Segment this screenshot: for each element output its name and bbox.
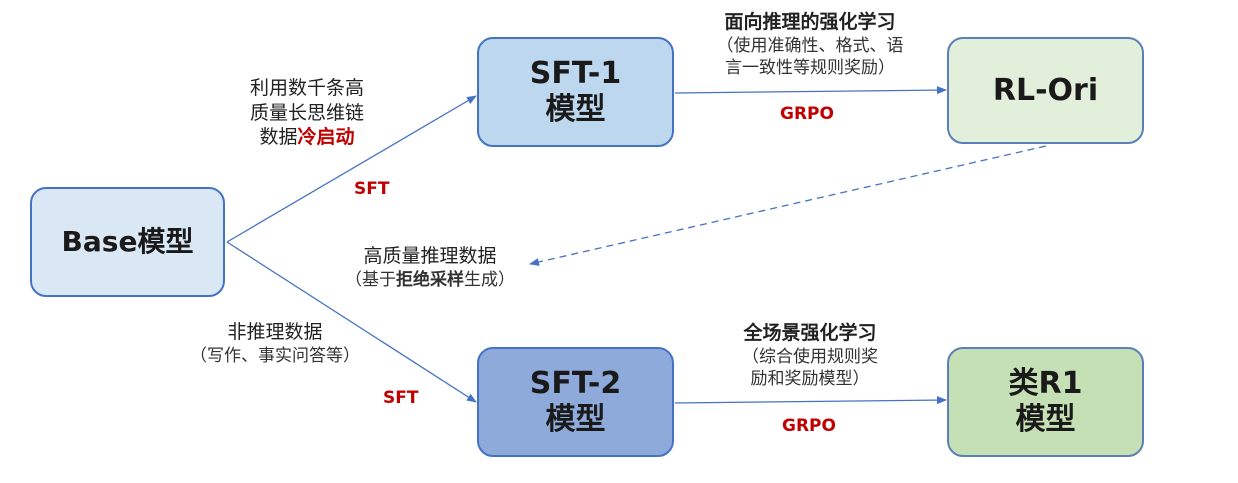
node-sft1-line1: SFT-1: [529, 56, 622, 91]
cold-start-highlight: 冷启动: [297, 126, 355, 149]
node-r1-line1: 类R1: [1008, 366, 1083, 401]
node-r1-like-model: 类R1 模型: [947, 347, 1144, 457]
node-base-label: Base模型: [61, 225, 194, 259]
node-sft2-line2: 模型: [545, 402, 606, 437]
cold-start-prefix: 数据: [259, 126, 298, 149]
node-sft2-line1: SFT-2: [529, 366, 622, 401]
arrow-sft2-to-r1: [674, 396, 947, 405]
cold-start-line2: 质量长思维链: [249, 101, 364, 124]
cold-start-line1: 利用数千条高: [249, 77, 364, 99]
label-reasoning-rl: 面向推理的强化学习 （使用准确性、格式、语 言一致性等规则奖励）: [690, 10, 930, 79]
node-sft1-line2: 模型: [545, 92, 606, 127]
method-grpo-lower: GRPO: [782, 416, 836, 436]
reasoning-rl-line1: （使用准确性、格式、语: [716, 35, 904, 56]
node-sft2-model: SFT-2 模型: [477, 347, 674, 457]
reasoning-data-bold: 拒绝采样: [396, 269, 464, 290]
non-reasoning-line2: （写作、事实问答等）: [190, 345, 360, 366]
reasoning-data-prefix: （基于: [345, 269, 396, 290]
node-rlori-label: RL-Ori: [992, 72, 1099, 108]
method-sft-lower: SFT: [383, 388, 419, 408]
reasoning-data-line2: （基于拒绝采样生成）: [320, 269, 540, 291]
label-high-quality-reasoning-data: 高质量推理数据 （基于拒绝采样生成）: [320, 244, 540, 291]
reasoning-data-suffix: 生成）: [464, 269, 515, 290]
method-sft-upper: SFT: [354, 179, 390, 199]
non-reasoning-line1: 非推理数据: [227, 321, 323, 343]
reasoning-rl-line2: 言一致性等规则奖励）: [725, 57, 895, 78]
label-non-reasoning-data: 非推理数据 （写作、事实问答等）: [170, 320, 380, 367]
full-rl-line1: （综合使用规则奖: [742, 346, 878, 367]
full-rl-line2: 励和奖励模型）: [750, 368, 870, 389]
node-r1-line2: 模型: [1015, 402, 1076, 437]
arrow-sft1-to-rlori: [674, 86, 947, 95]
node-base-model: Base模型: [30, 187, 225, 297]
cold-start-line3: 数据冷启动: [222, 125, 392, 150]
arrow-rlori-to-data: [529, 145, 1047, 266]
reasoning-rl-title: 面向推理的强化学习: [724, 11, 896, 33]
label-cold-start-data: 利用数千条高 质量长思维链 数据冷启动: [222, 76, 392, 150]
node-sft1-model: SFT-1 模型: [477, 37, 674, 147]
full-rl-title: 全场景强化学习: [743, 322, 877, 344]
method-grpo-upper: GRPO: [780, 104, 834, 124]
node-rl-ori: RL-Ori: [947, 37, 1144, 144]
reasoning-data-line1: 高质量推理数据: [363, 245, 497, 267]
label-full-scenario-rl: 全场景强化学习 （综合使用规则奖 励和奖励模型）: [700, 321, 920, 390]
